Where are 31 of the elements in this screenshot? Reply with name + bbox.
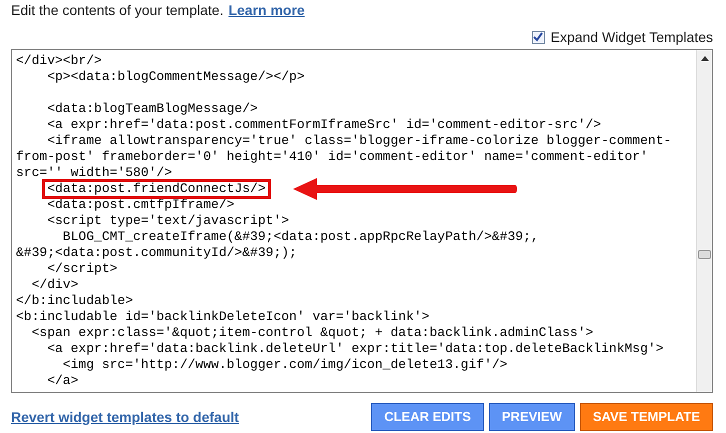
- code-line: <a expr:href='data:post.commentFormIframeSrc' id='comment-editor-src'/>: [46, 117, 602, 133]
- code-line: <iframe allowtransparency='true' class='blogger-iframe-colorize blogger-comment-: [46, 133, 672, 149]
- code-line: </a>: [46, 373, 78, 389]
- code-line: <data:post.cmtfpIframe/>: [46, 197, 234, 213]
- action-button[interactable]: PREVIEW: [488, 403, 575, 431]
- code-line: <p><data:blogCommentMessage/></p>: [46, 69, 305, 85]
- code-line: from-post' frameborder='0' height='410' id='comment-editor' name='comment-editor': [16, 149, 648, 165]
- scrollbar-thumb[interactable]: [698, 250, 711, 259]
- code-line: </div>: [30, 277, 78, 293]
- scroll-up-icon[interactable]: [701, 56, 709, 61]
- code-line: <img src='http://www.blogger.com/img/icon_delete13.gif'/>: [62, 357, 508, 373]
- code-line: <data:blogTeamBlogMessage/>: [46, 101, 258, 117]
- template-editor[interactable]: [11, 49, 713, 393]
- code-line: </b:includable>: [16, 293, 134, 309]
- learn-more-link[interactable]: Learn more: [228, 0, 305, 20]
- code-line: </script>: [46, 261, 118, 277]
- checkbox[interactable]: [532, 30, 545, 44]
- revert-link[interactable]: Revert widget templates to default: [11, 406, 239, 428]
- code-line: &#39;<data:post.communityId/>&#39;);: [16, 245, 297, 261]
- code-line: BLOG_CMT_createIframe(&#39;<data:post.appRpcRelayPath/>&#39;,: [62, 229, 539, 245]
- code-line: <b:includable id='backlinkDeleteIcon' var='backlink'>: [16, 309, 430, 325]
- save-button[interactable]: SAVE TEMPLATE: [580, 403, 713, 431]
- action-button[interactable]: CLEAR EDITS: [371, 403, 484, 431]
- code-line: </div><br/>: [16, 53, 102, 69]
- intro-text: Edit the contents of your template.: [11, 0, 224, 20]
- scrollbar[interactable]: [696, 50, 712, 392]
- code-line: src='' width='580'/>: [16, 165, 172, 181]
- checkbox-label: Expand Widget Templates: [550, 28, 713, 47]
- code-line: <script type='text/javascript'>: [46, 213, 290, 229]
- code-line: <a expr:href='data:backlink.deleteUrl' expr:title='data:top.deleteBacklinkMsg'>: [46, 341, 664, 357]
- code-line: <span expr:class='&quot;item-control &quot; + data:backlink.adminClass'>: [30, 325, 594, 341]
